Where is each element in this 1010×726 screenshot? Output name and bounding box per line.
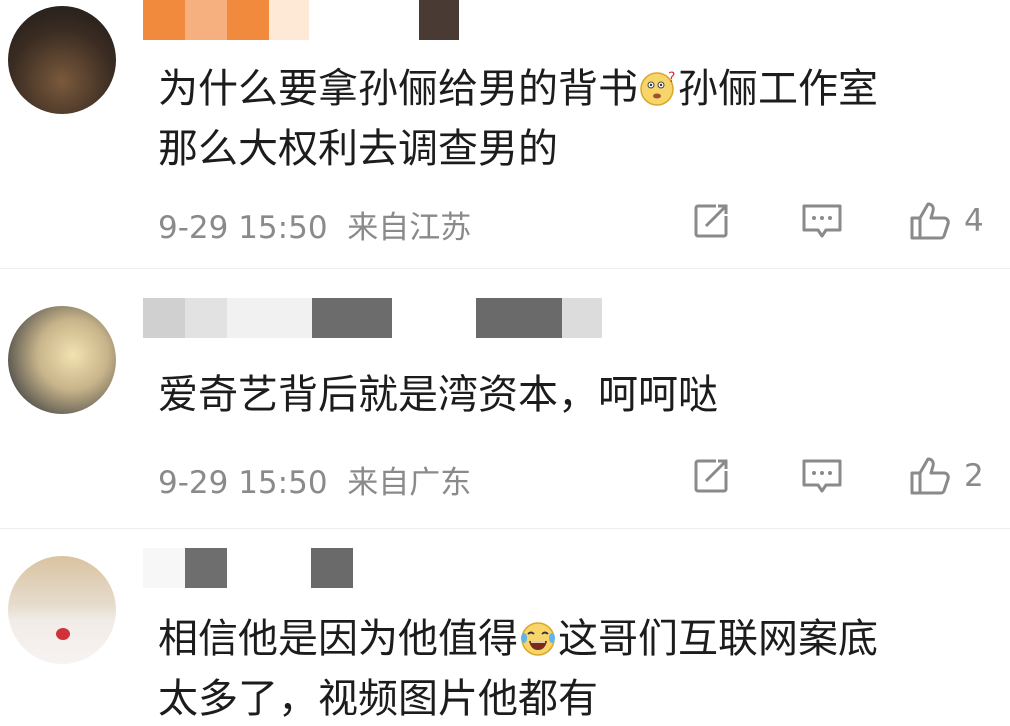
thumbs-up-icon	[910, 202, 950, 240]
username-blurred[interactable]	[143, 548, 403, 588]
divider	[0, 528, 1010, 529]
share-button[interactable]	[690, 455, 732, 497]
comment-text-line: 孙俪工作室	[678, 66, 878, 112]
avatar-detail	[56, 628, 70, 640]
comment-icon	[802, 204, 842, 238]
reply-button[interactable]	[800, 455, 844, 497]
thumbs-up-icon	[910, 457, 950, 495]
comment-text: 相信他是因为他值得 这哥们互联网案底 太多了，视频图片他都有	[158, 612, 878, 726]
comment-actions: 4	[0, 196, 1010, 246]
avatar[interactable]	[8, 6, 116, 114]
thinking-face-emoji: ?	[638, 68, 678, 122]
comment-text-line: 这哥们互联网案底	[558, 616, 878, 662]
share-icon	[694, 459, 728, 493]
svg-text:?: ?	[668, 70, 675, 86]
like-button[interactable]: 2	[908, 453, 984, 499]
laughing-tears-emoji	[518, 618, 558, 672]
share-button[interactable]	[690, 200, 732, 242]
comment-text: 为什么要拿孙俪给男的背书? 孙俪工作室 那么大权利去调查男的	[158, 62, 878, 176]
comment-text-line: 爱奇艺背后就是湾资本，呵呵哒	[158, 372, 718, 418]
username-blurred[interactable]	[143, 0, 483, 40]
like-button[interactable]: 4	[908, 198, 984, 244]
comment-text-line: 那么大权利去调查男的	[158, 126, 558, 172]
avatar[interactable]	[8, 556, 116, 664]
reply-button[interactable]	[800, 200, 844, 242]
username-blurred[interactable]	[143, 298, 613, 338]
comment-text: 爱奇艺背后就是湾资本，呵呵哒	[158, 368, 718, 422]
like-count: 2	[964, 458, 984, 494]
comment-actions: 2	[0, 451, 1010, 501]
comment-text-line: 为什么要拿孙俪给男的背书	[158, 66, 638, 112]
like-count: 4	[964, 203, 984, 239]
comment-icon	[802, 459, 842, 493]
share-icon	[694, 204, 728, 238]
comment-text-line: 相信他是因为他值得	[158, 616, 518, 662]
avatar[interactable]	[8, 306, 116, 414]
divider	[0, 268, 1010, 269]
comment-text-line: 太多了，视频图片他都有	[158, 676, 598, 722]
